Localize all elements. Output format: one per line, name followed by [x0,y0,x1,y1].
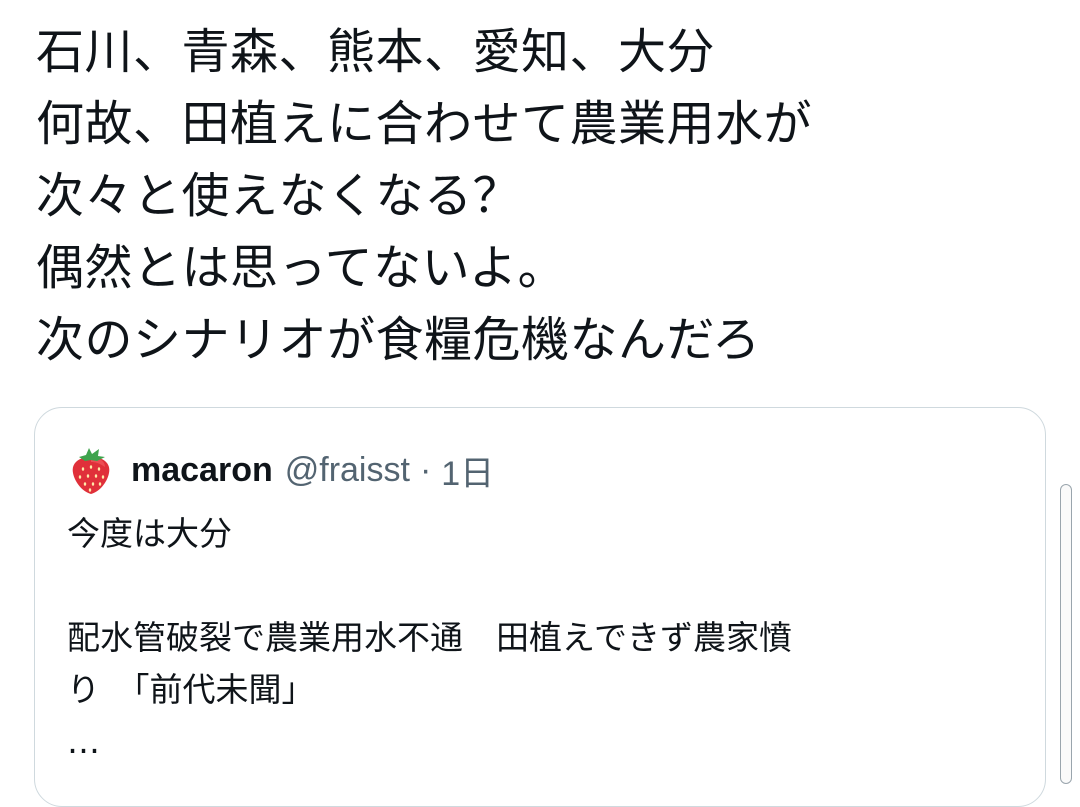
header-separator: · [419,450,432,489]
tweet-line: 石川、青森、熊本、愛知、大分 [36,24,716,80]
quoted-timestamp[interactable]: 1日 [441,446,494,495]
scrollbar[interactable] [1060,484,1072,784]
quoted-body-line: 今度は大分 [67,514,232,553]
quoted-body-line: 配水管破裂で農業用水不通 田植えできず農家憤 [67,618,793,657]
quoted-tweet-body: 今度は大分 配水管破裂で農業用水不通 田植えできず農家憤 り 「前代未聞」 … [67,508,1007,768]
tweet-line: 次のシナリオが食糧危機なんだろ [36,312,761,368]
quoted-tweet-header: macaron @fraisst · 1日 [67,442,494,498]
tweet-text: 石川、青森、熊本、愛知、大分 何故、田植えに合わせて農業用水が 次々と使えなくな… [36,16,1046,376]
tweet-line: 偶然とは思ってないよ。 [36,240,567,296]
quoted-tweet-card[interactable]: macaron @fraisst · 1日 今度は大分 配水管破裂で農業用水不通… [34,407,1046,807]
quoted-body-line [67,560,1007,612]
tweet-line: 何故、田植えに合わせて農業用水が [36,96,813,152]
tweet-line: 次々と使えなくなる？ [36,168,522,224]
quoted-author-handle[interactable]: @fraisst [285,451,410,490]
strawberry-icon[interactable] [67,446,115,494]
quoted-author-name[interactable]: macaron [131,451,273,490]
quoted-body-line: り 「前代未聞」 [67,670,315,709]
quoted-body-line: … [67,722,100,761]
